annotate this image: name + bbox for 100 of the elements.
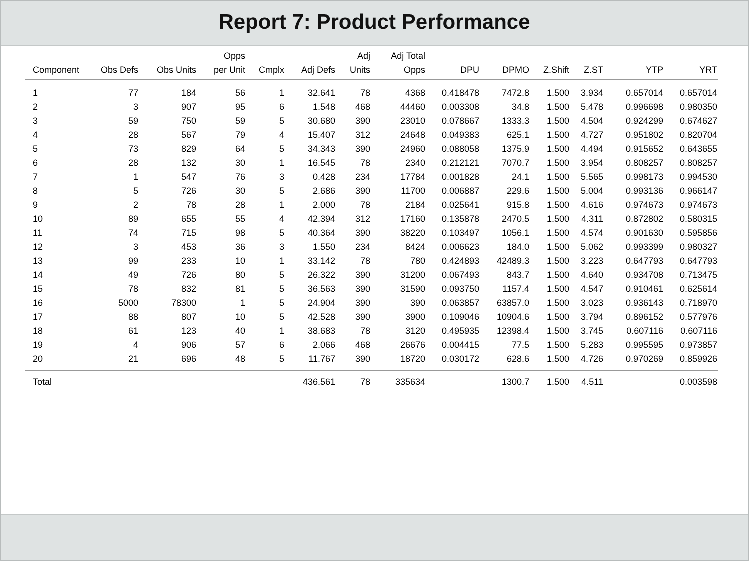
table-cell: 0.093750 [442,284,480,294]
row-label: 13 [33,256,44,266]
table-cell: 468 [355,102,371,112]
row-label: 17 [33,312,44,322]
table-cell: 40.364 [308,228,336,238]
column-header: Z.Shift [544,64,570,77]
table-cell: 0.901630 [626,228,664,238]
table-cell: 1.500 [546,102,570,112]
table-cell: 3 [280,172,285,182]
table-cell: 4.511 [582,377,604,387]
table-cell: 99 [128,256,139,266]
table-cell: 390 [355,228,371,238]
table-cell: 1157.4 [502,284,530,294]
column-header: Adj Units [350,50,371,77]
table-cell: 625.1 [506,130,530,140]
table-cell: 0.974673 [680,200,718,210]
table-cell: 28 [128,158,139,168]
table-cell: 0.915652 [626,144,664,154]
table-cell: 4368 [405,88,426,98]
table-cell: 123 [181,326,197,336]
table-cell: 0.103497 [442,228,480,238]
table-cell: 3 [134,242,139,252]
table-cell: 229.6 [506,186,530,196]
table-cell: 0.428 [312,172,336,182]
table-cell: 12398.4 [496,326,530,336]
table-cell: 26676 [400,340,426,350]
table-cell: 0.607116 [680,326,718,336]
table-cell: 38220 [400,228,426,238]
table-cell: 234 [355,172,371,182]
table-cell: 63857.0 [496,298,530,308]
table-cell: 55 [236,214,246,224]
table-cell: 915.8 [506,200,530,210]
table-cell: 44460 [400,102,426,112]
table-cell: 0.859926 [680,354,718,364]
table-cell: 56 [236,88,246,98]
table-cell: 5 [280,284,285,294]
table-cell: 2184 [405,200,426,210]
table-cell: 0.109046 [442,312,480,322]
table-cell: 233 [181,256,197,266]
table-cell: 5 [280,312,285,322]
table-cell: 89 [128,214,139,224]
table-cell: 780 [410,256,426,266]
table-cell: 1 [280,158,285,168]
table-cell: 1.500 [546,158,570,168]
table-cell: 28 [236,200,246,210]
table-cell: 0.025641 [442,200,480,210]
table-cell: 0.049383 [442,130,480,140]
row-label: 18 [33,326,44,336]
table-cell: 0.998173 [626,172,664,182]
table-cell: 78300 [171,298,197,308]
table-cell: 18720 [400,354,426,364]
table-cell: 0.808257 [680,158,718,168]
table-cell: 21 [128,354,139,364]
table-cell: 0.625614 [680,284,718,294]
table-cell: 0.006623 [442,242,480,252]
column-header: Adj Defs [302,64,336,77]
table-cell: 5.565 [580,172,604,182]
table-cell: 0.896152 [626,312,664,322]
table-cell: 906 [181,340,197,350]
table-cell: 3.954 [580,158,604,168]
row-label: 9 [33,200,38,210]
table-cell: 5000 [118,298,139,308]
table-cell: 1.500 [546,228,570,238]
table-cell: 312 [355,214,371,224]
table-cell: 30 [236,158,246,168]
table-cell: 78 [360,377,371,387]
table-cell: 5 [280,228,285,238]
table-cell: 390 [355,298,371,308]
table-cell: 31590 [400,284,426,294]
table-cell: 2 [134,200,139,210]
table-cell: 1333.3 [502,116,530,126]
table-cell: 0.580315 [680,214,718,224]
table-cell: 24.1 [512,172,530,182]
table-cell: 78 [360,326,371,336]
table-cell: 0.607116 [626,326,664,336]
column-header: Obs Defs [101,64,139,77]
table-cell: 0.088058 [442,144,480,154]
column-header: Cmplx [259,64,285,77]
table-cell: 15.407 [308,130,336,140]
table-cell: 4.616 [580,200,604,210]
column-header: Z.ST [584,64,604,77]
table-cell: 10904.6 [496,312,530,322]
table-cell: 11700 [401,186,426,196]
row-label: 10 [33,214,44,224]
table-cell: 0.808257 [626,158,664,168]
table-cell: 17784 [400,172,426,182]
table-cell: 1.500 [546,130,570,140]
table-cell: 73 [128,144,139,154]
table-cell: 1.500 [546,340,570,350]
table-cell: 1 [134,172,139,182]
table-cell: 1.500 [546,326,570,336]
table-cell: 4.640 [580,270,604,280]
table-cell: 78 [360,158,371,168]
table-cell: 0.424893 [442,256,480,266]
table-cell: 5.062 [580,242,604,252]
table-cell: 1.500 [546,377,570,387]
table-cell: 628.6 [506,354,530,364]
table-cell: 0.004415 [442,340,480,350]
table-cell: 1.500 [546,298,570,308]
table-cell: 807 [181,312,197,322]
